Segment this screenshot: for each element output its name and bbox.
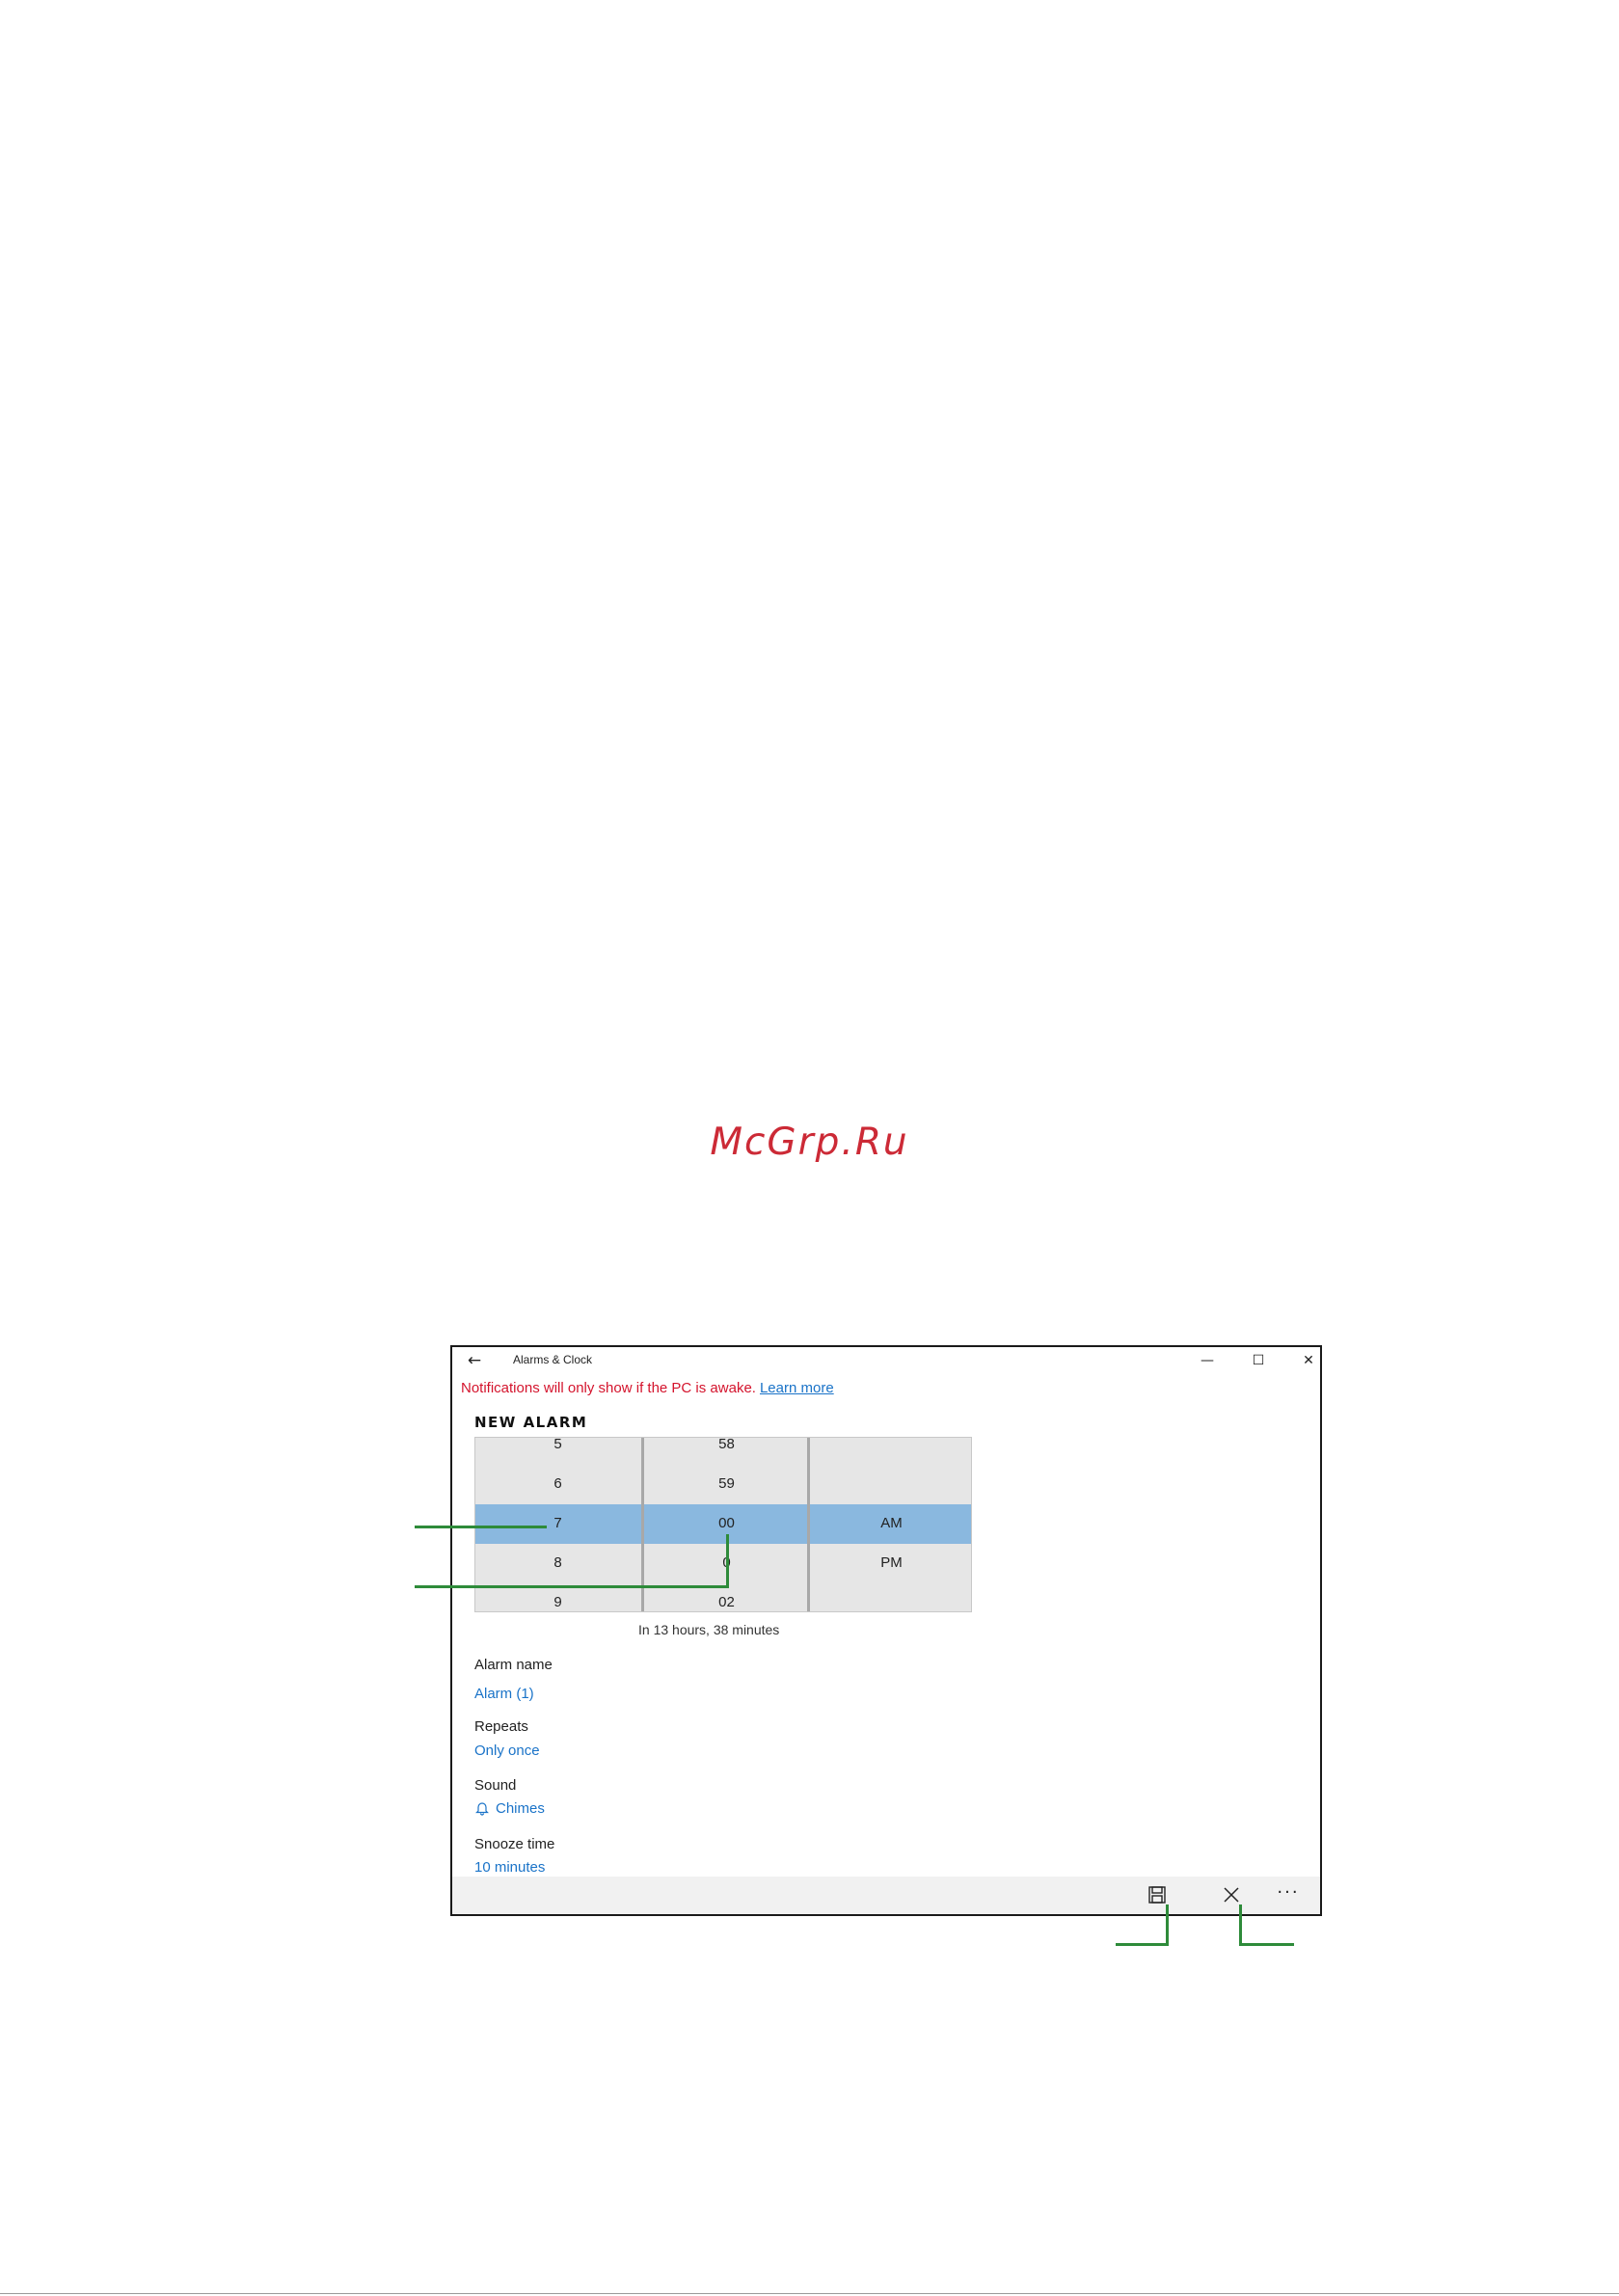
sound-label: Sound [474, 1777, 517, 1794]
snooze-label: Snooze time [474, 1836, 555, 1852]
title-bar: ← Alarms & Clock — ☐ ✕ [452, 1347, 1320, 1374]
callout-line-hour [415, 1526, 547, 1528]
callout-line-cancel-base [1239, 1943, 1294, 1946]
hour-option[interactable]: 9 [475, 1594, 640, 1610]
notification-warning: Notifications will only show if the PC i… [461, 1380, 834, 1396]
app-title: Alarms & Clock [513, 1353, 593, 1366]
sound-selector[interactable]: Chimes [474, 1800, 545, 1817]
bell-icon [475, 1802, 489, 1816]
minute-option[interactable]: 58 [644, 1438, 809, 1452]
countdown-text: In 13 hours, 38 minutes [638, 1622, 780, 1637]
hour-option[interactable]: 6 [475, 1475, 640, 1492]
close-window-button[interactable]: ✕ [1289, 1350, 1320, 1371]
snooze-selector[interactable]: 10 minutes [474, 1859, 545, 1876]
period-column[interactable]: AM PM [807, 1438, 971, 1611]
repeats-label: Repeats [474, 1718, 528, 1735]
command-bar: ··· [452, 1877, 1320, 1914]
period-option[interactable]: PM [810, 1554, 971, 1571]
repeats-selector[interactable]: Only once [474, 1742, 540, 1759]
close-icon [1224, 1887, 1239, 1903]
callout-line-cancel [1239, 1904, 1242, 1946]
learn-more-link[interactable]: Learn more [760, 1380, 834, 1396]
back-button[interactable]: ← [462, 1350, 487, 1371]
minute-option-selected[interactable]: 00 [644, 1515, 809, 1531]
callout-line-minute [415, 1585, 728, 1588]
alarm-name-field[interactable]: Alarm (1) [474, 1686, 534, 1702]
hour-option-selected[interactable]: 7 [475, 1515, 640, 1531]
watermark-text: McGrp.Ru [710, 1121, 909, 1164]
alarm-name-label: Alarm name [474, 1657, 553, 1673]
page-bottom-rule [0, 2293, 1619, 2294]
sound-value: Chimes [496, 1800, 545, 1817]
hour-option[interactable]: 5 [475, 1438, 640, 1452]
arrow-left-icon: ← [467, 1351, 482, 1370]
callout-line-save-base [1116, 1943, 1169, 1946]
callout-line-minute-riser [726, 1534, 729, 1588]
save-icon [1148, 1886, 1166, 1904]
minimize-button[interactable]: — [1188, 1350, 1227, 1371]
more-options-button[interactable]: ··· [1274, 1884, 1303, 1907]
notification-warning-text: Notifications will only show if the PC i… [461, 1380, 756, 1396]
alarms-clock-window: ← Alarms & Clock — ☐ ✕ Notifications wil… [450, 1345, 1322, 1916]
minute-option[interactable]: 59 [644, 1475, 809, 1492]
callout-line-save [1166, 1904, 1169, 1946]
minute-option[interactable]: 02 [644, 1594, 809, 1610]
period-option-selected[interactable]: AM [810, 1515, 971, 1531]
hour-option[interactable]: 8 [475, 1554, 640, 1571]
page-title: NEW ALARM [474, 1414, 588, 1431]
maximize-button[interactable]: ☐ [1239, 1350, 1278, 1371]
